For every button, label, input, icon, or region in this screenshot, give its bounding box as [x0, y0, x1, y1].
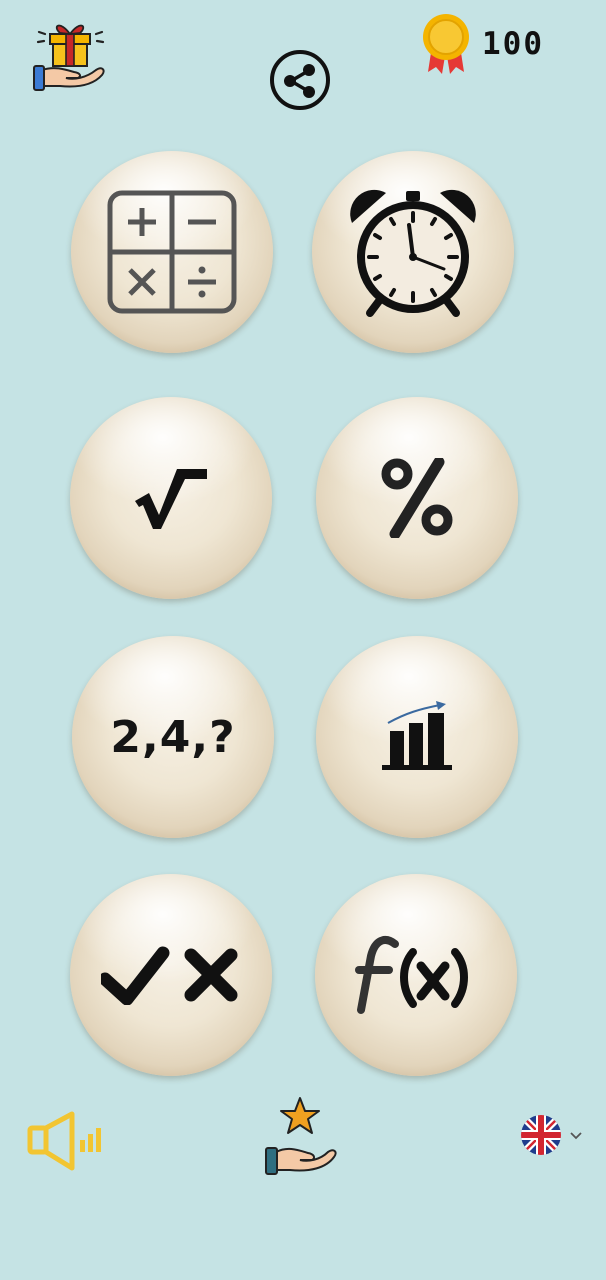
category-percentage[interactable]: [316, 397, 518, 599]
coin-balance: 100: [418, 12, 568, 76]
sequence-label: 2,4,?: [110, 711, 236, 763]
speaker-icon: [27, 1111, 101, 1171]
category-arithmetic[interactable]: [71, 151, 273, 353]
uk-flag-icon: [521, 1115, 561, 1155]
percent-icon: [381, 458, 453, 538]
sound-toggle-button[interactable]: [26, 1110, 108, 1172]
coin-count: 100: [482, 26, 544, 62]
bar-chart-icon: [382, 701, 452, 770]
star-in-hand-icon: [265, 1097, 337, 1175]
gift-in-hand-icon: [33, 24, 105, 91]
share-button[interactable]: [268, 48, 332, 112]
alarm-clock-icon: [350, 189, 476, 317]
function-fx-icon: [355, 936, 468, 1014]
category-time[interactable]: [312, 151, 514, 353]
category-statistics[interactable]: [316, 636, 518, 838]
rate-app-button[interactable]: [262, 1096, 340, 1176]
square-root-icon: [135, 469, 207, 529]
gift-button[interactable]: [30, 12, 110, 92]
chevron-down-icon: [570, 1132, 582, 1140]
gold-medal-icon: [423, 14, 469, 74]
share-icon: [270, 50, 330, 110]
check-cross-icon: [101, 946, 238, 1005]
category-true-false[interactable]: [70, 874, 272, 1076]
category-function[interactable]: [315, 874, 517, 1076]
category-square-root[interactable]: [70, 397, 272, 599]
category-sequence[interactable]: 2,4,?: [72, 636, 274, 838]
language-selector[interactable]: [520, 1114, 586, 1158]
calculator-operations-icon: [107, 190, 237, 314]
